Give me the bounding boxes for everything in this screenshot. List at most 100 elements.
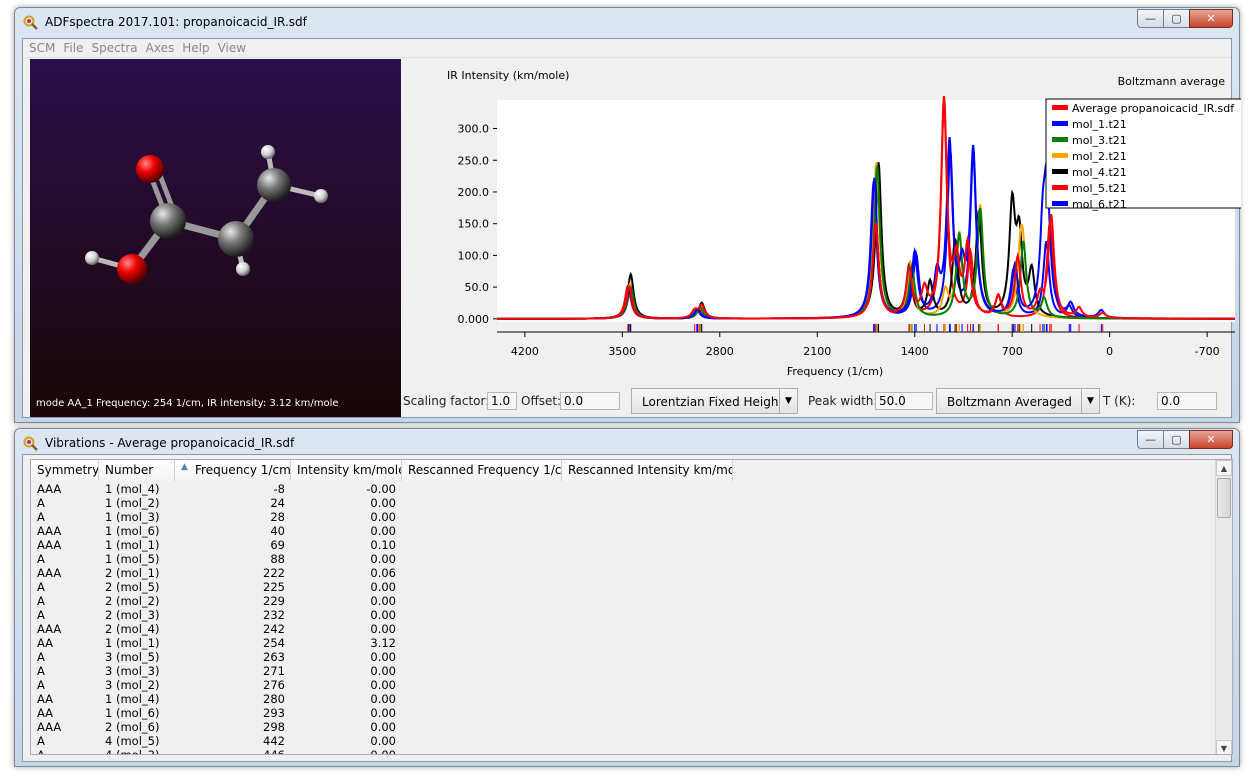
- x-tick-label: 2100: [803, 345, 831, 358]
- main-client-area: SCM File Spectra Axes Help View mode AA_…: [22, 38, 1246, 418]
- vibrations-window-controls: — ▢ ✕: [1137, 430, 1233, 449]
- column-header-frequency[interactable]: ▲ Frequency 1/cm: [175, 460, 291, 481]
- table-cell: 0.00: [370, 594, 396, 608]
- y-tick-label: 100.0: [458, 249, 490, 262]
- table-row[interactable]: AAA 1 (mol_1) 69 0.10: [31, 538, 1232, 552]
- molecule-viewport[interactable]: mode AA_1 Frequency: 254 1/cm, IR intens…: [30, 59, 401, 417]
- y-tick-label: 150.0: [458, 218, 490, 231]
- table-row[interactable]: AAA 1 (mol_4) -8 -0.00: [31, 482, 1232, 496]
- column-header-number[interactable]: Number: [99, 460, 175, 481]
- hydrogen-atom: [314, 189, 328, 203]
- table-cell: A: [37, 552, 45, 566]
- main-titlebar[interactable]: ADFspectra 2017.101: propanoicacid_IR.sd…: [15, 8, 1239, 38]
- x-tick-label: -700: [1195, 345, 1220, 358]
- peak-width-input[interactable]: 50.0: [875, 392, 933, 410]
- legend-label: Average propanoicacid_IR.sdf: [1072, 102, 1235, 115]
- table-cell: AAA: [37, 538, 62, 552]
- table-cell: 3 (mol_5): [105, 650, 160, 664]
- close-button[interactable]: ✕: [1189, 9, 1233, 28]
- maximize-button[interactable]: ▢: [1163, 9, 1190, 28]
- table-body: AAA 1 (mol_4) -8 -0.00 A 1 (mol_2) 24 0.00 A 1 (m…: [31, 482, 1232, 754]
- temperature-input[interactable]: 0.0: [1157, 392, 1217, 410]
- table-cell: 0.00: [370, 664, 396, 678]
- legend-swatch: [1052, 121, 1068, 126]
- menubar: SCM File Spectra Axes Help View: [23, 39, 1231, 58]
- main-window: ADFspectra 2017.101: propanoicacid_IR.sd…: [14, 7, 1246, 423]
- table-cell: 0.00: [370, 552, 396, 566]
- column-header-symmetry[interactable]: Symmetry: [31, 460, 99, 481]
- scroll-down-icon[interactable]: ▼: [1216, 740, 1232, 754]
- table-row[interactable]: A 4 (mol_5) 442 0.00: [31, 734, 1232, 748]
- scroll-up-icon[interactable]: ▲: [1216, 460, 1232, 476]
- table-cell: -0.00: [366, 482, 396, 496]
- table-cell: 276: [263, 678, 285, 692]
- legend-swatch: [1052, 201, 1068, 206]
- table-row[interactable]: A 3 (mol_2) 276 0.00: [31, 678, 1232, 692]
- column-header-rescanned-intensity[interactable]: Rescanned Intensity km/mole: [562, 460, 733, 481]
- minimize-button[interactable]: —: [1137, 9, 1164, 28]
- table-row[interactable]: A 1 (mol_2) 24 0.00: [31, 496, 1232, 510]
- table-row[interactable]: A 3 (mol_3) 271 0.00: [31, 664, 1232, 678]
- legend-label: mol_6.t21: [1072, 198, 1127, 211]
- table-cell: AA: [37, 706, 54, 720]
- table-cell: 0.06: [370, 566, 396, 580]
- table-row[interactable]: AAA 2 (mol_4) 242 0.00: [31, 622, 1232, 636]
- menu-help[interactable]: Help: [180, 39, 215, 57]
- column-header-rescanned-frequency[interactable]: Rescanned Frequency 1/cm: [402, 460, 562, 481]
- table-cell: 0.00: [370, 580, 396, 594]
- spectrum-chart: IR Intensity (km/mole) Boltzmann average…: [447, 69, 1246, 378]
- table-row[interactable]: AA 1 (mol_4) 280 0.00: [31, 692, 1232, 706]
- menu-spectra[interactable]: Spectra: [89, 39, 143, 57]
- scaling-factor-input[interactable]: 1.0: [487, 392, 517, 410]
- menu-file[interactable]: File: [61, 39, 89, 57]
- menu-axes[interactable]: Axes: [144, 39, 181, 57]
- table-row[interactable]: A 2 (mol_3) 232 0.00: [31, 608, 1232, 622]
- table-cell: 0.00: [370, 496, 396, 510]
- table-row[interactable]: A 3 (mol_5) 263 0.00: [31, 650, 1232, 664]
- vibrations-window-title: Vibrations - Average propanoicacid_IR.sd…: [45, 436, 295, 450]
- y-axis: 0.000 50.0 100.0 150.0 200.0 250.0 300.0: [458, 123, 497, 326]
- table-cell: 1 (mol_2): [105, 496, 160, 510]
- y-tick-label: 50.0: [465, 281, 490, 294]
- scrollbar-thumb[interactable]: [1217, 478, 1231, 518]
- table-cell: 24: [270, 496, 285, 510]
- spectrum-plot[interactable]: IR Intensity (km/mole) Boltzmann average…: [403, 59, 1246, 379]
- table-row[interactable]: AA 1 (mol_1) 254 3.12: [31, 636, 1232, 650]
- table-row[interactable]: AAA 2 (mol_1) 222 0.06: [31, 566, 1232, 580]
- y-tick-label: 200.0: [458, 186, 490, 199]
- menu-view[interactable]: View: [216, 39, 252, 57]
- lineshape-select[interactable]: Lorentzian Fixed Heigh ▼: [631, 388, 798, 414]
- table-cell: 442: [263, 734, 285, 748]
- lineshape-value: Lorentzian Fixed Heigh: [642, 395, 779, 409]
- x-tick-label: 2800: [706, 345, 734, 358]
- table-cell: 0.00: [370, 622, 396, 636]
- table-row[interactable]: AAA 1 (mol_6) 40 0.00: [31, 524, 1232, 538]
- table-cell: 2 (mol_5): [105, 580, 160, 594]
- column-header-intensity[interactable]: Intensity km/mole: [291, 460, 402, 481]
- table-row[interactable]: AA 1 (mol_6) 293 0.00: [31, 706, 1232, 720]
- table-row[interactable]: AAA 2 (mol_6) 298 0.00: [31, 720, 1232, 734]
- minimize-button[interactable]: —: [1137, 430, 1164, 449]
- table-row[interactable]: A 2 (mol_2) 229 0.00: [31, 594, 1232, 608]
- x-axis-label: Frequency (1/cm): [787, 365, 883, 378]
- table-row[interactable]: A 1 (mol_3) 28 0.00: [31, 510, 1232, 524]
- table-cell: 0.00: [370, 524, 396, 538]
- chevron-down-icon: ▼: [1081, 389, 1099, 413]
- table-cell: AAA: [37, 566, 62, 580]
- close-button[interactable]: ✕: [1189, 430, 1233, 449]
- table-row[interactable]: A 4 (mol_3) 446 0.00: [31, 748, 1232, 754]
- legend-label: mol_5.t21: [1072, 182, 1127, 195]
- maximize-button[interactable]: ▢: [1163, 430, 1190, 449]
- vertical-scrollbar[interactable]: ▲ ▼: [1215, 460, 1232, 754]
- x-tick-label: 3500: [608, 345, 636, 358]
- averaging-select[interactable]: Boltzmann Averaged ▼: [936, 388, 1100, 414]
- table-row[interactable]: A 1 (mol_5) 88 0.00: [31, 552, 1232, 566]
- table-cell: A: [37, 664, 45, 678]
- carbon-atom: [150, 203, 186, 239]
- chevron-down-icon: ▼: [779, 389, 797, 413]
- x-tick-label: 4200: [511, 345, 539, 358]
- x-tick-label: 700: [1002, 345, 1023, 358]
- table-row[interactable]: A 2 (mol_5) 225 0.00: [31, 580, 1232, 594]
- menu-scm[interactable]: SCM: [27, 39, 61, 57]
- offset-input[interactable]: 0.0: [560, 392, 620, 410]
